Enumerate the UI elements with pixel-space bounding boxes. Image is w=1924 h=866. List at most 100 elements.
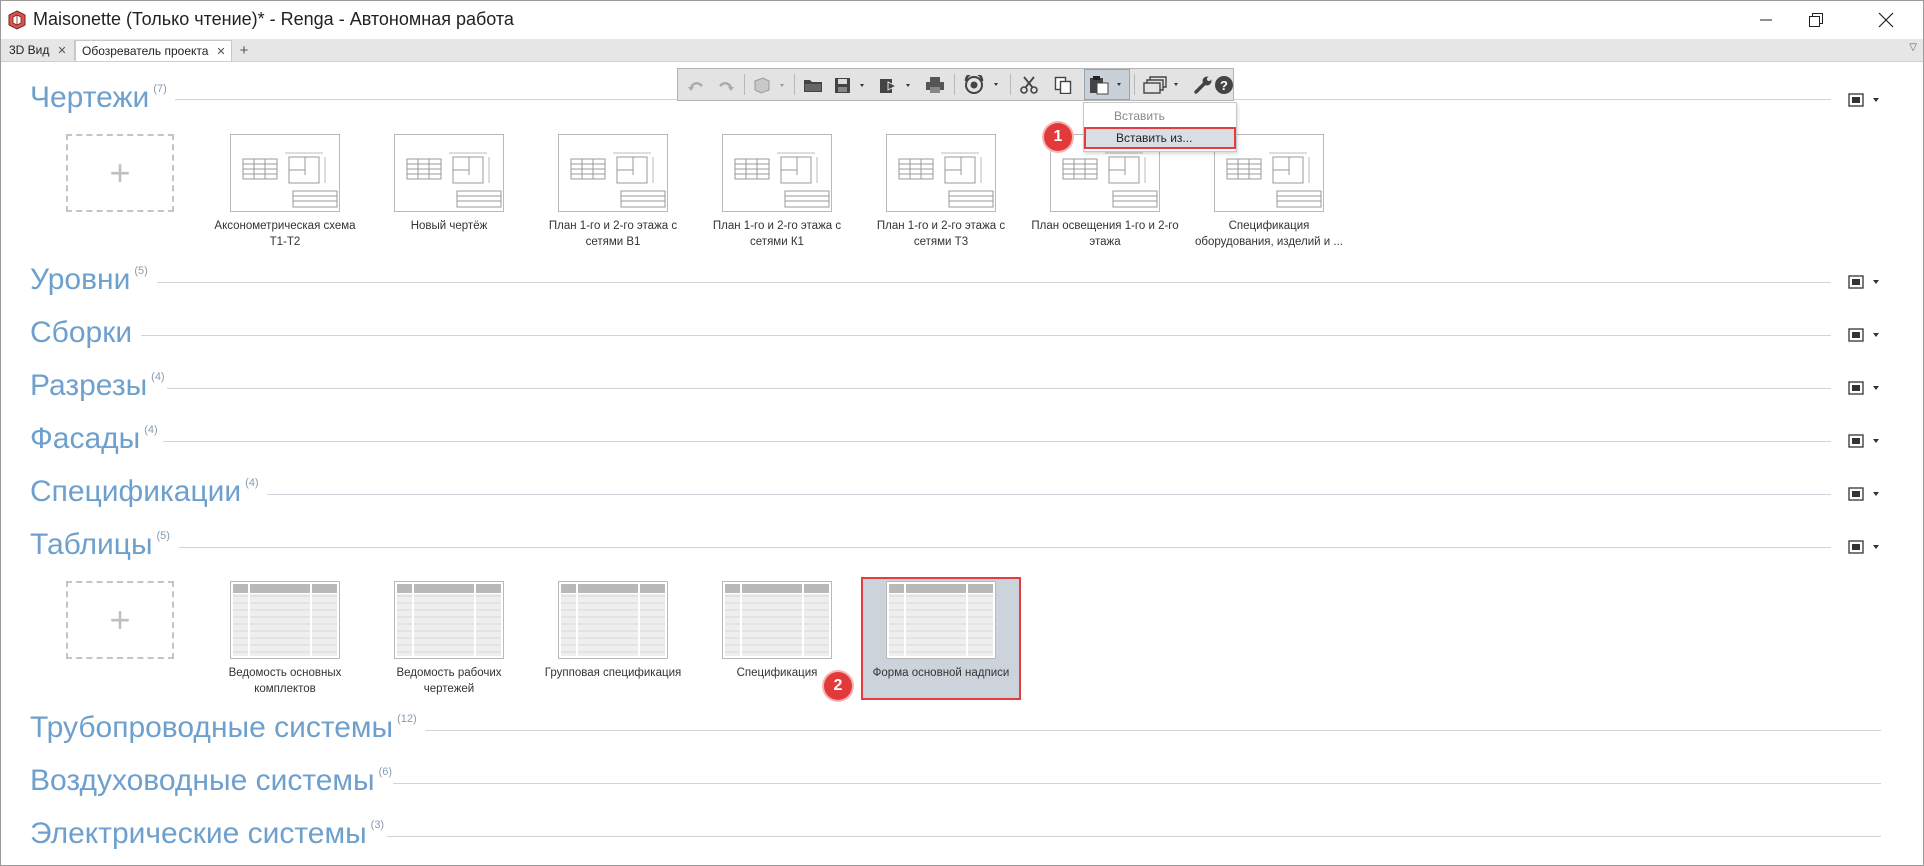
- table-preview-icon: [561, 584, 665, 656]
- copy-icon: [1054, 76, 1072, 94]
- cut-button[interactable]: [1014, 69, 1044, 100]
- table-thumbnail[interactable]: [722, 581, 832, 659]
- paste-button[interactable]: [1084, 69, 1130, 100]
- drawing-preview-icon: [898, 152, 994, 208]
- drawing-thumbnail-label: План 1-го и 2-го этажа с сетями К1: [712, 220, 842, 248]
- wrench-icon: [1194, 76, 1212, 94]
- table-thumbnail-label: Форма основной надписи: [872, 667, 1010, 679]
- table-thumbnail-label: Ведомость рабочих чертежей: [396, 667, 502, 695]
- view-3d-icon: [754, 76, 784, 94]
- layers-icon: [1143, 75, 1178, 94]
- tab-overflow-icon[interactable]: ▽: [1909, 42, 1917, 53]
- save-button[interactable]: [830, 69, 872, 100]
- table-thumbnail[interactable]: [230, 581, 340, 659]
- open-folder-button[interactable]: [798, 69, 828, 100]
- tab-bar: 3D Вид ✕ Обозреватель проекта ✕ + ▽: [1, 39, 1923, 62]
- redo-icon: [719, 81, 734, 91]
- drawing-thumbnail-label: Новый чертёж: [410, 220, 488, 232]
- app-window: Maisonette (Только чтение)* - Renga - Ав…: [0, 0, 1924, 866]
- menu-item-paste[interactable]: Вставить: [1084, 105, 1236, 127]
- view-mode-icon[interactable]: [1847, 539, 1885, 555]
- section-title-duct-systems[interactable]: Воздуховодные системы (6): [30, 764, 392, 798]
- paste-icon: [1090, 75, 1121, 94]
- svg-text:?: ?: [1220, 78, 1228, 93]
- table-thumbnail[interactable]: [558, 581, 668, 659]
- print-button[interactable]: [920, 69, 950, 100]
- tab-label: Обозреватель проекта: [82, 44, 209, 58]
- redo-button[interactable]: [712, 69, 740, 100]
- drawing-thumbnail-label: План 1-го и 2-го этажа с сетями В1: [548, 220, 678, 248]
- table-thumbnail-label: Групповая спецификация: [544, 667, 682, 679]
- table-thumbnail[interactable]: [394, 581, 504, 659]
- drawing-preview-icon: [406, 152, 502, 208]
- drawing-preview-icon: [734, 152, 830, 208]
- view-mode-icon[interactable]: [1847, 327, 1885, 343]
- section-divider: [157, 282, 1831, 283]
- section-title-facades[interactable]: Фасады (4): [30, 422, 158, 456]
- drawing-thumbnail[interactable]: [558, 134, 668, 212]
- tab-project-explorer[interactable]: Обозреватель проекта ✕: [75, 40, 232, 61]
- help-icon: ?: [1215, 75, 1233, 94]
- window-title: Maisonette (Только чтение)* - Renga - Ав…: [33, 9, 514, 29]
- section-title-assemblies[interactable]: Сборки: [30, 316, 132, 350]
- export-icon: [880, 78, 910, 93]
- table-thumbnail-label: Ведомость основных комплектов: [228, 667, 342, 695]
- close-icon: [1878, 12, 1894, 28]
- view-mode-icon[interactable]: [1847, 433, 1885, 449]
- section-divider: [167, 388, 1831, 389]
- layers-button[interactable]: [1138, 69, 1186, 100]
- view-3d-button[interactable]: [748, 69, 790, 100]
- restore-icon: [1809, 13, 1823, 27]
- menu-item-paste-from[interactable]: Вставить из...: [1084, 127, 1236, 149]
- add-table-button[interactable]: +: [66, 581, 174, 659]
- undo-button[interactable]: [682, 69, 710, 100]
- main-toolbar: ?: [677, 68, 1234, 101]
- view-mode-icon[interactable]: [1847, 380, 1885, 396]
- close-tab-icon[interactable]: ✕: [216, 45, 225, 58]
- table-preview-icon: [397, 584, 501, 656]
- annotation-badge-1: 1: [1044, 123, 1072, 151]
- table-preview-icon: [889, 584, 993, 656]
- drawing-thumbnail-label: План освещения 1-го и 2-го этажа: [1031, 220, 1179, 248]
- table-thumbnail-selected[interactable]: [886, 581, 996, 659]
- annotation-badge-2: 2: [824, 672, 852, 700]
- drawing-preview-icon: [570, 152, 666, 208]
- add-tab-button[interactable]: +: [234, 40, 254, 60]
- section-divider: [425, 730, 1881, 731]
- drawing-thumbnail[interactable]: [886, 134, 996, 212]
- section-divider: [163, 441, 1831, 442]
- undo-icon: [688, 81, 703, 91]
- help-button[interactable]: ?: [1212, 69, 1236, 100]
- paste-dropdown-menu: Вставить Вставить из...: [1083, 102, 1237, 152]
- section-title-levels[interactable]: Уровни (5): [30, 263, 148, 297]
- drawing-thumbnail[interactable]: [394, 134, 504, 212]
- drawing-thumbnail[interactable]: [230, 134, 340, 212]
- drawing-thumbnail[interactable]: [722, 134, 832, 212]
- section-title-pipe-systems[interactable]: Трубопроводные системы (12): [30, 711, 417, 745]
- section-title-specifications[interactable]: Спецификации (4): [30, 475, 259, 509]
- cloud-sync-button[interactable]: [958, 69, 1006, 100]
- tab-3d-view[interactable]: 3D Вид ✕: [3, 40, 75, 60]
- cloud-sync-icon: [964, 74, 998, 94]
- view-mode-icon[interactable]: [1847, 92, 1885, 108]
- copy-button[interactable]: [1048, 69, 1078, 100]
- minimize-icon: [1760, 19, 1772, 21]
- section-divider: [179, 547, 1831, 548]
- drawing-preview-icon: [242, 152, 338, 208]
- section-divider: [267, 494, 1831, 495]
- section-title-tables[interactable]: Таблицы (5): [30, 528, 170, 562]
- drawing-thumbnail-label: Спецификация оборудования, изделий и ...: [1194, 220, 1343, 248]
- restore-button[interactable]: [1787, 1, 1845, 39]
- export-button[interactable]: [874, 69, 918, 100]
- section-divider: [393, 783, 1881, 784]
- section-title-electric-systems[interactable]: Электрические системы (3): [30, 817, 384, 851]
- close-tab-icon[interactable]: ✕: [57, 44, 66, 57]
- add-drawing-button[interactable]: +: [66, 134, 174, 212]
- section-divider: [141, 335, 1831, 336]
- section-title-sections[interactable]: Разрезы (4): [30, 369, 165, 403]
- view-mode-icon[interactable]: [1847, 274, 1885, 290]
- view-mode-icon[interactable]: [1847, 486, 1885, 502]
- section-title-drawings[interactable]: Чертежи (7): [30, 81, 167, 115]
- tab-label: 3D Вид: [9, 43, 50, 57]
- close-button[interactable]: [1857, 1, 1915, 39]
